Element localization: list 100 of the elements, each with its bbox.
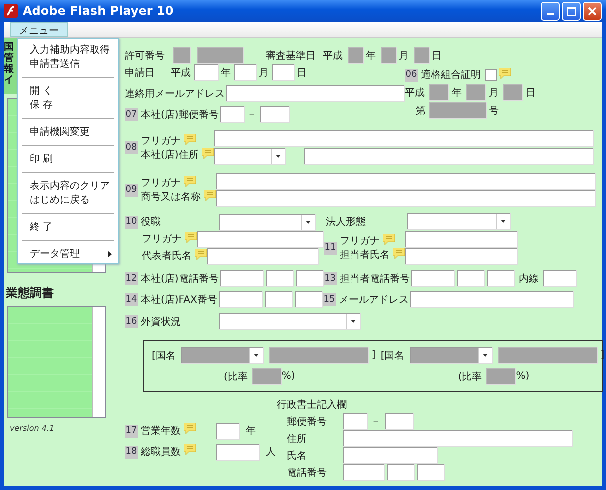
input-field[interactable] (387, 464, 415, 481)
input-field[interactable] (207, 248, 319, 264)
input-field[interactable] (456, 270, 485, 287)
field-label: 適格組合証明 (421, 68, 482, 82)
field-label: ] (600, 350, 606, 361)
field-label: 日 (432, 50, 443, 62)
field-label: 営業年数 (141, 424, 182, 438)
field-label: 月 (259, 66, 270, 80)
menu-item[interactable]: データ管理 (18, 247, 118, 261)
sidebar-text: 報 (4, 64, 14, 75)
field-label: 行政書士記入欄 (277, 398, 348, 412)
input-field[interactable] (220, 270, 264, 287)
field-label: (比率 (458, 370, 484, 384)
field-label: 平成 (171, 66, 192, 80)
field-label: 総職員数 (141, 446, 182, 459)
note-icon[interactable] (184, 422, 196, 434)
menu-item[interactable]: 開 く (18, 84, 118, 98)
item-number: 15 (323, 293, 336, 306)
input-field[interactable] (486, 270, 515, 287)
menu-item[interactable]: 保 存 (18, 98, 118, 112)
input-field[interactable] (226, 85, 405, 102)
input-field[interactable] (405, 231, 518, 248)
input-field[interactable] (417, 464, 445, 481)
input-field[interactable] (216, 190, 596, 207)
input-field[interactable] (410, 291, 574, 308)
menu-title[interactable]: メニュー (10, 22, 68, 37)
item-number: 14 (125, 293, 138, 306)
menu-item[interactable]: 印 刷 (18, 152, 118, 166)
input-field[interactable] (214, 130, 594, 147)
item-number: 10 (125, 216, 138, 228)
menu-item[interactable]: はじめに戻る (18, 193, 118, 207)
input-field[interactable] (194, 64, 219, 81)
field-label: 担当者氏名 (340, 248, 391, 262)
input-field[interactable] (343, 447, 438, 464)
minimize-button[interactable] (541, 2, 560, 20)
input-field[interactable] (197, 230, 324, 248)
input-field[interactable] (266, 270, 294, 287)
field-label: － (246, 108, 258, 122)
dropdown[interactable] (214, 148, 286, 165)
maximize-button[interactable] (562, 2, 581, 20)
field-label: [国名 (152, 350, 177, 362)
input-field[interactable] (272, 64, 295, 81)
menu-item[interactable]: 終 了 (18, 220, 118, 234)
input-field[interactable] (295, 291, 323, 308)
submenu-arrow-icon (108, 250, 112, 258)
field-label: メールアドレス (339, 294, 410, 306)
field-label: フリガナ (141, 177, 182, 190)
item-number: 12 (125, 272, 138, 285)
field-label: 第 (416, 104, 427, 118)
input-field[interactable] (343, 413, 368, 430)
input-field[interactable] (343, 464, 385, 481)
note-icon[interactable] (202, 148, 214, 158)
field-label: 連絡用メールアドレス (125, 88, 226, 100)
note-icon[interactable] (383, 234, 395, 245)
field-label: 年 (452, 86, 463, 100)
input-field[interactable] (216, 173, 596, 190)
note-icon[interactable] (185, 232, 197, 243)
note-icon[interactable] (499, 68, 511, 79)
input-field[interactable] (385, 413, 414, 430)
note-icon[interactable] (184, 134, 196, 144)
dropdown[interactable] (407, 213, 511, 230)
input-field[interactable] (410, 270, 455, 287)
item-number: 18 (125, 446, 138, 458)
input-field[interactable] (343, 430, 573, 447)
menu-item[interactable]: 申請書送信 (18, 57, 118, 71)
dropdown[interactable] (219, 214, 316, 230)
note-icon[interactable] (204, 190, 216, 201)
field-label: 法人形態 (326, 216, 367, 228)
input-field[interactable] (216, 444, 260, 460)
input-field[interactable] (405, 248, 518, 265)
field-label: 商号又は名称 (141, 190, 202, 204)
field-label: 代表者氏名 (142, 250, 193, 263)
field-label: 許可番号 (125, 50, 166, 62)
input-field[interactable] (219, 291, 263, 308)
note-icon[interactable] (393, 248, 405, 259)
checkbox[interactable] (485, 69, 497, 81)
close-button[interactable] (583, 2, 602, 20)
caret-icon (482, 354, 488, 357)
input-field[interactable] (265, 291, 293, 308)
menu-item[interactable]: 申請機関変更 (18, 125, 118, 139)
input-field[interactable] (234, 64, 257, 81)
input-field[interactable] (304, 148, 594, 165)
input-field[interactable] (216, 422, 240, 440)
field-label: 電話番号 (287, 466, 328, 480)
input-field[interactable] (260, 106, 290, 123)
dropdown[interactable] (219, 313, 361, 330)
field-label: 本社(店)FAX番号 (141, 294, 218, 306)
input-field[interactable] (296, 270, 324, 287)
input-field[interactable] (220, 106, 245, 123)
field-label: 月 (489, 86, 500, 100)
note-icon[interactable] (184, 176, 196, 187)
menu-item[interactable]: 入力補助内容取得 (18, 43, 118, 57)
caret-icon (306, 220, 311, 224)
note-icon[interactable] (184, 444, 196, 454)
field-label: 日 (526, 86, 537, 100)
field-label: 住所 (287, 432, 308, 446)
input-field[interactable] (542, 270, 577, 287)
field-label: 号 (489, 104, 500, 118)
menu-item[interactable]: 表示内容のクリア (18, 179, 118, 193)
note-icon[interactable] (195, 249, 207, 260)
